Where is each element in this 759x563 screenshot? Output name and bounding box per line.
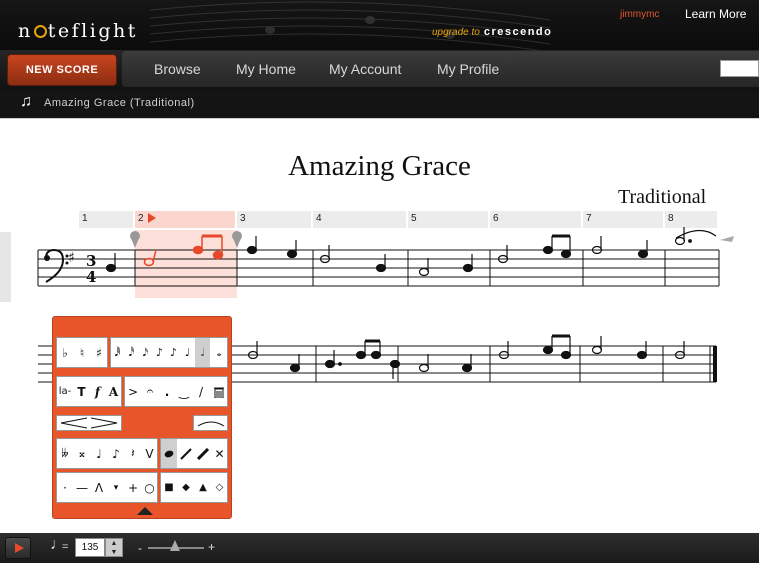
tempo-input[interactable]: 135 bbox=[75, 538, 105, 557]
fermata-button[interactable]: 𝄐 bbox=[142, 377, 158, 406]
dynamics-button[interactable]: f bbox=[90, 377, 105, 406]
x-notehead-button[interactable]: ✕ bbox=[212, 439, 227, 468]
crescendo-icon[interactable] bbox=[56, 415, 122, 431]
eighth-note-alt-button[interactable]: ♪ bbox=[167, 338, 180, 367]
eighth-note-button[interactable]: ♪ bbox=[153, 338, 166, 367]
flat-button[interactable]: ♭ bbox=[57, 338, 73, 367]
normal-notehead-button[interactable] bbox=[161, 439, 177, 468]
zoom-in-button[interactable]: + bbox=[208, 540, 215, 554]
tempo-stepper[interactable]: ▲ ▼ bbox=[105, 538, 123, 557]
slash-notehead-alt-button[interactable] bbox=[195, 439, 211, 468]
marcato-button[interactable]: Λ bbox=[91, 473, 107, 502]
tenuto-button[interactable]: — bbox=[74, 473, 90, 502]
sharp-button[interactable]: ♯ bbox=[91, 338, 107, 367]
square-notehead-button[interactable]: ■ bbox=[161, 473, 177, 502]
slash-button[interactable]: / bbox=[193, 377, 209, 406]
half-note-button[interactable]: 𝅗𝅥 bbox=[195, 338, 210, 367]
chord-symbol-button[interactable]: A bbox=[106, 377, 121, 406]
stopped-button[interactable]: + bbox=[125, 473, 141, 502]
diamond-notehead-button[interactable]: ◆ bbox=[178, 473, 194, 502]
double-sharp-button[interactable]: 𝄪 bbox=[74, 439, 90, 468]
collapse-arrow-icon[interactable] bbox=[137, 507, 153, 515]
selection-handles bbox=[130, 231, 242, 248]
tie-button[interactable]: ‿ bbox=[176, 377, 192, 406]
open-diamond-notehead-button[interactable]: ◇ bbox=[212, 473, 227, 502]
rest-button[interactable]: 𝄽 bbox=[125, 439, 141, 468]
open-button[interactable]: ○ bbox=[142, 473, 157, 502]
notes-measure-1 bbox=[105, 253, 117, 273]
staccatissimo-button[interactable]: ▾ bbox=[108, 473, 124, 502]
sixtyfourth-note-button[interactable]: 𝅘𝅥𝅱 bbox=[111, 338, 124, 367]
grace-note-button[interactable]: ♩ bbox=[91, 439, 107, 468]
tie-arrow-icon bbox=[720, 236, 734, 242]
slur-icon[interactable] bbox=[193, 415, 228, 431]
double-flat-button[interactable]: 𝄫 bbox=[57, 439, 73, 468]
whole-note-button[interactable]: 𝅝 bbox=[211, 338, 227, 367]
slash-notehead-button[interactable] bbox=[178, 439, 194, 468]
noteflight-app: n teflight upgrade to crescendo jimmymc Le… bbox=[0, 0, 759, 563]
sixteenth-note-button[interactable]: 𝅘𝅥𝅯 bbox=[139, 338, 152, 367]
tuplet-button[interactable]: ♪ bbox=[108, 439, 124, 468]
zoom-out-button[interactable]: - bbox=[138, 541, 142, 555]
text-button[interactable]: T bbox=[74, 377, 89, 406]
tempo-equals: = bbox=[62, 541, 69, 553]
zoom-slider-thumb[interactable] bbox=[170, 540, 180, 551]
key-sharp-icon: ♯ bbox=[68, 250, 75, 266]
time-sig-bottom: 4 bbox=[86, 268, 96, 286]
staccato-button[interactable]: . bbox=[159, 377, 175, 406]
quarter-note-button[interactable]: ♩ bbox=[181, 338, 194, 367]
play-button[interactable] bbox=[5, 537, 31, 559]
staccato-dot-button[interactable]: · bbox=[57, 473, 73, 502]
breath-button[interactable]: V bbox=[142, 439, 157, 468]
lyrics-button[interactable]: la- bbox=[57, 377, 73, 406]
accent-button[interactable]: > bbox=[125, 377, 141, 406]
thirtysecond-note-button[interactable]: 𝅘𝅥𝅰 bbox=[125, 338, 138, 367]
trash-icon[interactable] bbox=[210, 377, 227, 406]
notes-measure-2-selected bbox=[143, 234, 224, 267]
triangle-notehead-button[interactable]: ▲ bbox=[195, 473, 211, 502]
natural-button[interactable]: ♮ bbox=[74, 338, 90, 367]
